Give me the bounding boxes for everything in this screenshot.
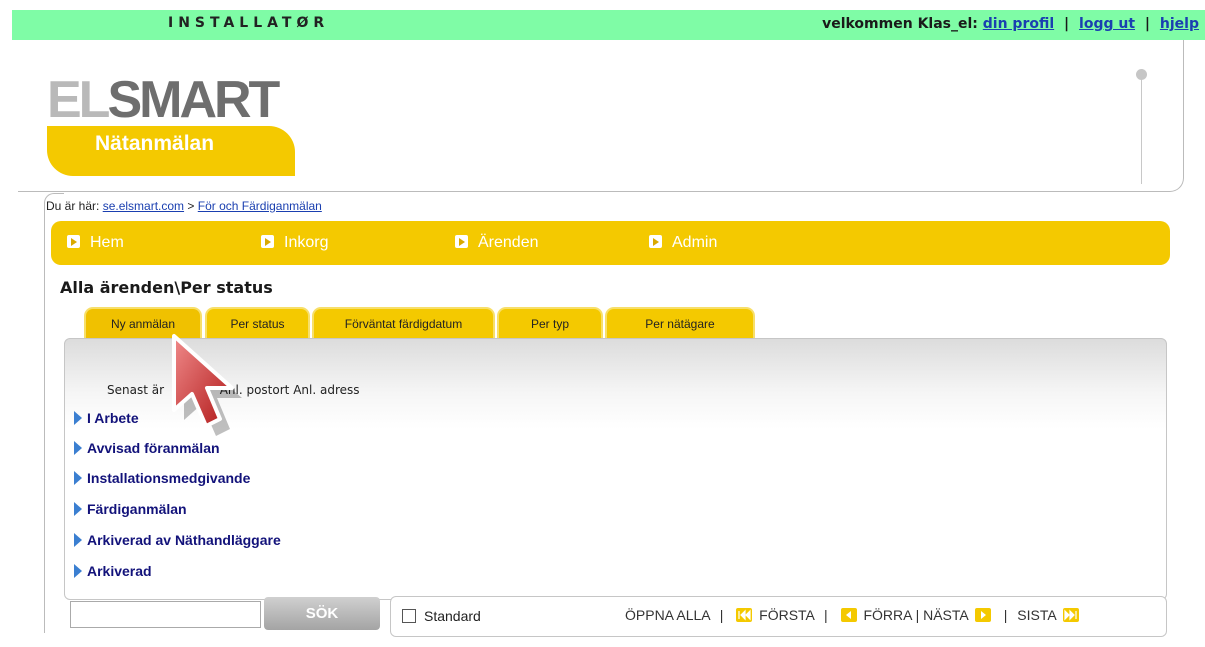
next-page-icon[interactable] — [974, 608, 991, 622]
nav-arrow-icon — [455, 235, 468, 248]
column-senast[interactable]: Senast är — [107, 383, 164, 397]
status-group-i-arbete[interactable]: I Arbete — [74, 410, 139, 426]
column-adress[interactable]: Anl. adress — [293, 383, 359, 397]
status-group-fardiganmalan[interactable]: Färdiganmälan — [74, 501, 187, 517]
separator: | — [915, 607, 920, 623]
breadcrumb-prefix: Du är här: — [46, 199, 100, 213]
top-bar: INSTALLATØR velkommen Klas_el: din profi… — [12, 10, 1205, 40]
nav-item-admin[interactable]: Admin — [649, 234, 717, 252]
breadcrumb: Du är här: se.elsmart.com > För och Färd… — [46, 199, 322, 213]
expand-triangle-icon — [74, 411, 82, 425]
status-group-avvisad[interactable]: Avvisad föranmälan — [74, 440, 220, 456]
first-page-link[interactable]: FÖRSTA — [759, 607, 814, 623]
separator: | — [1064, 16, 1070, 32]
separator: | — [824, 607, 828, 623]
tab-per-natagare[interactable]: Per nätägare — [605, 307, 755, 339]
user-menu: velkommen Klas_el: din profil | logg ut … — [822, 16, 1199, 32]
separator: | — [1003, 607, 1008, 623]
search-input[interactable] — [70, 601, 261, 628]
expand-triangle-icon — [74, 441, 82, 455]
help-link[interactable]: hjelp — [1160, 16, 1199, 32]
last-page-link[interactable]: SISTA — [1017, 607, 1056, 623]
nav-item-arenden[interactable]: Ärenden — [455, 234, 539, 252]
expand-triangle-icon — [74, 502, 82, 516]
expand-triangle-icon — [74, 471, 82, 485]
tab-forvantat-fardigdatum[interactable]: Förväntat färdigdatum — [312, 307, 495, 339]
role-label: INSTALLATØR — [168, 15, 330, 31]
status-group-installationsmedgivande[interactable]: Installationsmedgivande — [74, 470, 250, 486]
page-title: Alla ärenden\Per status — [60, 278, 273, 297]
status-group-arkiverad[interactable]: Arkiverad — [74, 563, 152, 579]
tab-per-typ[interactable]: Per typ — [497, 307, 603, 339]
elsmart-logo[interactable]: ELSMART Nätanmälan — [47, 71, 295, 176]
standard-label: Standard — [424, 608, 481, 624]
logo-banner: Nätanmälan — [47, 126, 295, 176]
profile-link[interactable]: din profil — [983, 16, 1054, 32]
expand-triangle-icon — [74, 533, 82, 547]
status-group-arkiverad-nathandlaggare[interactable]: Arkiverad av Näthandläggare — [74, 532, 281, 548]
mouse-cursor-icon — [172, 334, 242, 436]
open-all-link[interactable]: ÖPPNA ALLA — [625, 607, 710, 623]
decorative-pin-icon — [1136, 69, 1147, 80]
nav-arrow-icon — [67, 235, 80, 248]
main-nav: Hem Inkorg Ärenden Admin — [51, 221, 1170, 265]
separator: | — [719, 607, 724, 623]
nav-arrow-icon — [261, 235, 274, 248]
nav-item-inkorg[interactable]: Inkorg — [261, 234, 328, 252]
breadcrumb-home-link[interactable]: se.elsmart.com — [103, 199, 184, 213]
prev-page-link[interactable]: FÖRRA — [863, 607, 911, 623]
pager-controls: ÖPPNA ALLA | FÖRSTA | FÖRRA | NÄSTA | SI… — [625, 607, 1082, 623]
expand-triangle-icon — [74, 564, 82, 578]
logo-subtitle: Nätanmälan — [95, 132, 215, 155]
welcome-text: velkommen Klas_el: — [822, 16, 978, 32]
logout-link[interactable]: logg ut — [1079, 16, 1135, 32]
nav-item-hem[interactable]: Hem — [67, 234, 124, 252]
nav-arrow-icon — [649, 235, 662, 248]
logo-wordmark: ELSMART — [47, 71, 280, 129]
standard-checkbox[interactable] — [402, 609, 416, 623]
decorative-pin-line — [1141, 76, 1142, 184]
separator: | — [1144, 16, 1151, 32]
first-page-icon[interactable] — [736, 608, 753, 622]
prev-page-icon[interactable] — [840, 608, 857, 622]
last-page-icon[interactable] — [1062, 608, 1079, 622]
breadcrumb-current-link[interactable]: För och Färdiganmälan — [198, 199, 322, 213]
search-button[interactable]: SÖK — [264, 597, 380, 630]
next-page-link[interactable]: NÄSTA — [923, 607, 968, 623]
breadcrumb-arrow: > — [187, 199, 195, 213]
